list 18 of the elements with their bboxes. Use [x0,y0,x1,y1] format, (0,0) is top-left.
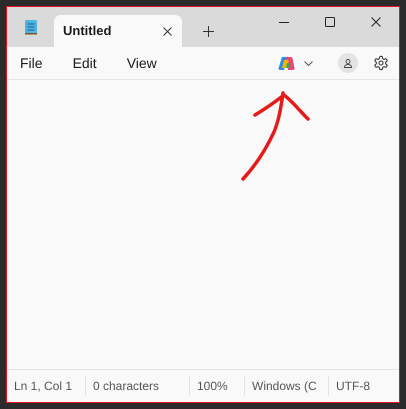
status-text: 0 characters [93,378,160,395]
close-icon[interactable] [371,17,381,27]
close-icon[interactable] [163,26,172,36]
menu-item[interactable]: View [118,48,166,78]
status-text: UTF-8 [336,378,370,395]
maximize-icon[interactable] [325,17,335,27]
new-tab-icon[interactable] [202,26,214,36]
status-text: 100% [197,378,228,395]
settings-icon[interactable] [373,55,389,71]
status-text: Windows (C [252,378,317,395]
person-icon [344,58,352,68]
status-text: Ln 1, Col 1 [14,378,72,395]
chevron-down-icon[interactable] [304,60,313,66]
account-button[interactable] [338,53,358,73]
document-tab[interactable]: Untitled [54,15,182,47]
menu-item[interactable]: File [11,48,52,78]
menu-item[interactable]: Edit [64,48,106,78]
notepad-icon [24,19,38,35]
